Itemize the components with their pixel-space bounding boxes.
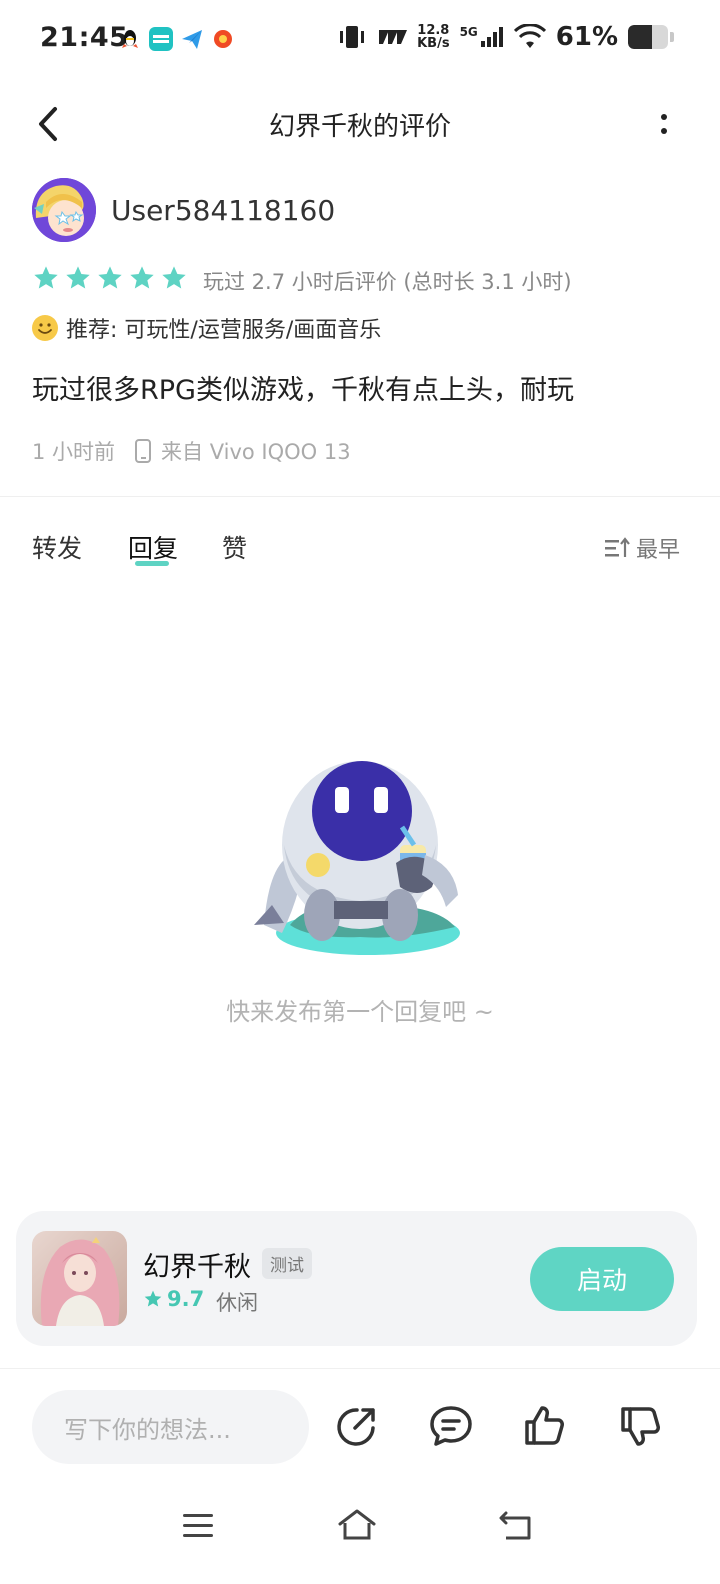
comment-input[interactable]: 写下你的想法... (32, 1390, 309, 1464)
avatar[interactable] (32, 178, 96, 242)
empty-state-message: 快来发布第一个回复吧 ~ (226, 998, 494, 1026)
thumbs-up-icon (525, 1406, 564, 1445)
battery-tip (670, 32, 674, 42)
network-speed-unit: KB/s (417, 36, 450, 51)
menu-icon (183, 1514, 213, 1537)
like-button[interactable] (521, 1402, 569, 1450)
back-nav-icon (499, 1511, 531, 1540)
recommend-row: 推荐: 可玩性/运营服务/画面音乐 (32, 312, 381, 344)
tab-forward[interactable]: 转发 (32, 529, 82, 565)
star-icon (98, 266, 122, 289)
more-options-button[interactable] (652, 106, 676, 142)
rating-star-icon (144, 1290, 162, 1307)
network-type-icon (379, 30, 408, 44)
game-name: 幻界千秋 (143, 1252, 251, 1283)
more-dot (661, 128, 667, 134)
battery-percent: 61% (555, 22, 618, 52)
username[interactable]: User584118160 (111, 194, 335, 227)
more-dot (661, 114, 667, 120)
back-nav-button[interactable] (496, 1505, 536, 1545)
star-icon (34, 266, 58, 289)
qq-notification-icon (118, 27, 142, 51)
page-title: 幻界千秋的评价 (268, 112, 451, 142)
device-source: 来自 Vivo IQOO 13 (161, 440, 351, 464)
rating-stars (32, 264, 188, 292)
signal-group: 5G (460, 26, 504, 48)
status-time: 21:45 (40, 22, 129, 53)
comment-icon (430, 1406, 472, 1446)
divider (0, 496, 720, 497)
game-genre: 休闲 (216, 1291, 258, 1315)
send-app-notification-icon (180, 27, 204, 51)
comment-button[interactable] (427, 1402, 475, 1450)
phone-icon (135, 439, 152, 463)
divider (0, 1368, 720, 1369)
recommend-text: 推荐: 可玩性/运营服务/画面音乐 (66, 318, 382, 343)
star-icon (130, 266, 154, 289)
sort-icon (604, 537, 630, 557)
smiley-icon (32, 315, 58, 341)
thumbs-down-icon (621, 1407, 660, 1446)
home-icon (338, 1509, 376, 1540)
tab-active-indicator (135, 561, 169, 566)
status-indicators: 12.8 KB/s 5G 61% (337, 22, 674, 52)
wifi-icon (513, 24, 546, 48)
empty-state-robot-illustration (250, 755, 470, 960)
star-icon (66, 266, 90, 289)
share-button[interactable] (333, 1402, 381, 1450)
game-rating: 9.7 (143, 1287, 204, 1311)
signal-icon (480, 27, 503, 47)
time-ago: 1 小时前 (32, 440, 116, 464)
game-thumbnail[interactable] (32, 1231, 127, 1326)
tab-likes[interactable]: 赞 (222, 529, 247, 565)
play-time-info: 玩过 2.7 小时后评价 (总时长 3.1 小时) (203, 270, 572, 294)
tab-reply[interactable]: 回复 (128, 529, 178, 565)
shopping-app-notification-icon (211, 27, 235, 51)
sort-label: 最早 (635, 538, 680, 563)
menu-nav-button[interactable] (178, 1505, 218, 1545)
network-label: 5G (459, 25, 478, 39)
boss-app-notification-icon (149, 27, 173, 51)
vibrate-icon (340, 26, 365, 48)
review-meta: 1 小时前 来自 Vivo IQOO 13 (32, 436, 351, 466)
game-rating-value: 9.7 (167, 1287, 205, 1311)
share-icon (337, 1408, 375, 1446)
dislike-button[interactable] (617, 1402, 665, 1450)
battery-level-fill (628, 25, 653, 49)
home-nav-button[interactable] (337, 1505, 377, 1545)
star-icon (162, 266, 186, 289)
launch-button[interactable]: 启动 (530, 1247, 674, 1311)
network-speed: 12.8 KB/s (417, 24, 449, 50)
review-text: 玩过很多RPG类似游戏，千秋有点上头，耐玩 (32, 375, 574, 406)
sort-button[interactable]: 最早 (604, 532, 680, 564)
battery-icon (628, 25, 668, 49)
test-badge: 测试 (262, 1248, 312, 1279)
